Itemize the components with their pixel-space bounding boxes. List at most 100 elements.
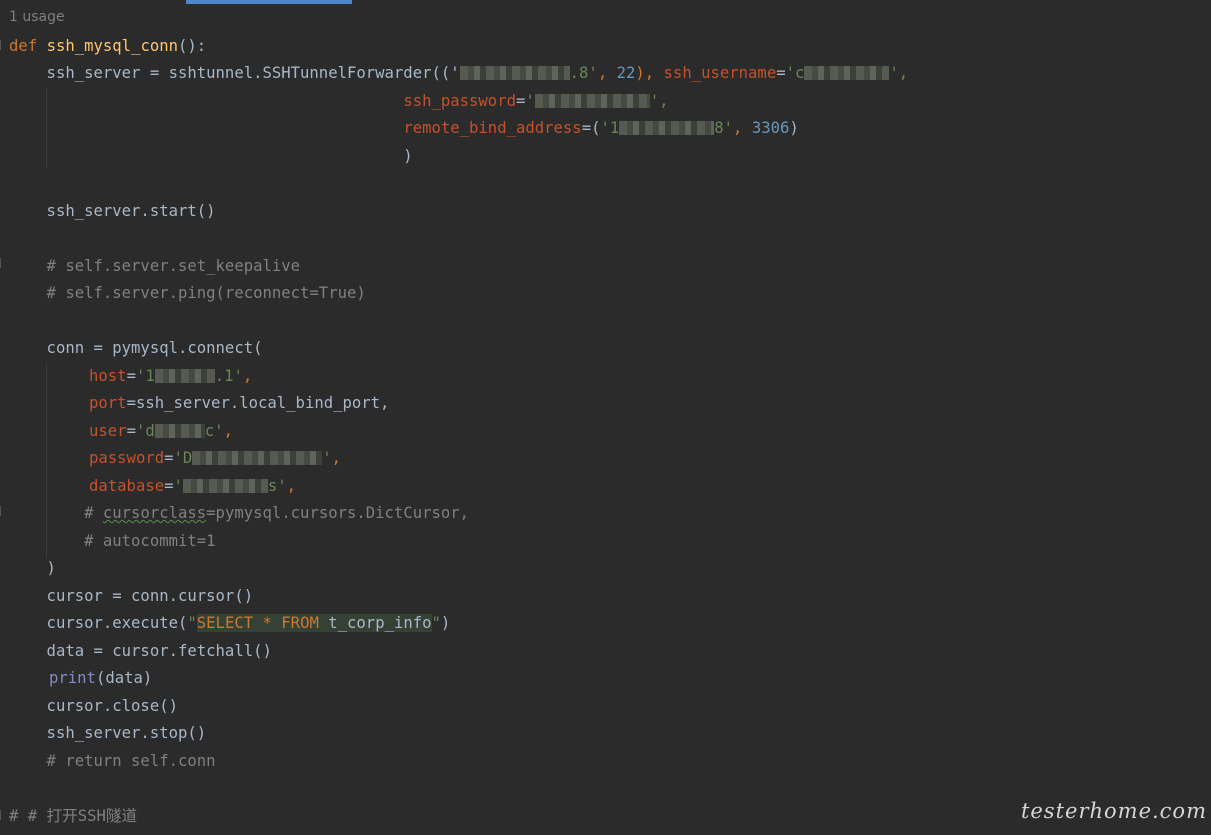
code-line[interactable]: port=ssh_server.local_bind_port, <box>89 393 389 413</box>
code-line[interactable]: ssh_server.stop() <box>9 723 207 743</box>
code-token: =( <box>581 119 601 137</box>
code-token: remote_bind_address <box>403 119 582 137</box>
redacted-text <box>154 424 205 438</box>
redacted-text <box>182 479 268 493</box>
code-line[interactable]: user='d c', <box>89 421 233 441</box>
code-line[interactable]: # cursorclass=pymysql.cursors.DictCursor… <box>9 503 469 523</box>
code-token: 'c <box>785 64 805 82</box>
fold-marker[interactable] <box>0 506 7 516</box>
code-token: # <box>9 504 103 522</box>
code-token: ssh_server = sshtunnel.SSHTunnelForwarde… <box>9 64 460 82</box>
code-token: .8' <box>569 64 598 82</box>
code-token: , <box>242 367 253 385</box>
code-line[interactable]: # return self.conn <box>9 751 216 771</box>
code-token: 22 <box>616 64 636 82</box>
code-line[interactable]: ) <box>9 146 412 166</box>
code-line[interactable]: host='1 .1', <box>89 366 252 386</box>
code-token: 3306 <box>751 119 790 137</box>
code-line[interactable]: conn = pymysql.connect( <box>9 338 263 358</box>
code-line[interactable]: cursor = conn.cursor() <box>9 586 254 606</box>
code-token: 8' <box>714 119 734 137</box>
code-line[interactable]: ssh_password=' ', <box>9 91 669 111</box>
code-token: cursorclass <box>102 504 207 522</box>
redacted-text <box>192 451 323 465</box>
code-token: 'D <box>173 449 193 467</box>
indent-guide <box>46 363 47 558</box>
redacted-text <box>459 66 570 80</box>
code-token: * <box>253 614 282 632</box>
code-token: s' <box>267 477 287 495</box>
code-line[interactable]: remote_bind_address=('1 8', 3306) <box>9 118 799 138</box>
code-line[interactable]: ) <box>9 558 56 578</box>
code-token: = <box>126 367 136 385</box>
sql-injection: SELECT * FROM t_corp_info <box>196 614 432 632</box>
code-token: t_corp_info <box>318 614 432 632</box>
code-token: password <box>89 449 165 467</box>
code-line[interactable]: ssh_server.start() <box>9 201 216 221</box>
code-token: ) <box>789 119 799 137</box>
code-token: = <box>126 422 136 440</box>
code-token: user <box>89 422 127 440</box>
code-line[interactable]: cursor.close() <box>9 696 178 716</box>
code-token: '1 <box>600 119 620 137</box>
code-token: ', <box>649 92 669 110</box>
code-token: = <box>776 64 786 82</box>
redacted-text <box>619 121 715 135</box>
fold-marker[interactable] <box>0 40 7 50</box>
code-token: =pymysql.cursors.DictCursor, <box>206 504 470 522</box>
redacted-text <box>154 369 215 383</box>
code-line[interactable]: # autocommit=1 <box>9 531 215 551</box>
fold-marker[interactable] <box>0 810 7 820</box>
code-token: c' <box>204 422 224 440</box>
code-line[interactable]: data = cursor.fetchall() <box>9 641 272 661</box>
redacted-text <box>804 66 890 80</box>
code-token: ' <box>525 92 535 110</box>
usage-hint[interactable]: 1 usage <box>9 9 65 25</box>
code-token: print <box>49 669 96 687</box>
code-line[interactable]: ssh_server = sshtunnel.SSHTunnelForwarde… <box>9 63 909 83</box>
code-token: FROM <box>281 614 319 632</box>
code-token: 'd <box>135 422 155 440</box>
code-token: ssh_password <box>403 92 516 110</box>
code-editor[interactable]: 1 usage def ssh_mysql_conn(): ssh_server… <box>0 0 1211 835</box>
code-line[interactable]: password='D ', <box>89 448 341 468</box>
code-token: = <box>515 92 526 110</box>
active-tab-indicator <box>186 0 352 4</box>
code-token: ' <box>322 449 332 467</box>
code-line[interactable]: database=' s', <box>89 476 296 496</box>
watermark: testerhome.com <box>1020 799 1207 823</box>
code-token: (): <box>178 37 207 55</box>
code-line[interactable]: def ssh_mysql_conn(): <box>9 36 206 56</box>
code-token: '1 <box>135 367 155 385</box>
code-token: ', <box>889 64 909 82</box>
code-token: cursor.execute( <box>9 614 188 632</box>
redacted-text <box>534 94 650 108</box>
code-token: database <box>89 477 165 495</box>
code-token: .1' <box>214 367 243 385</box>
code-line[interactable]: # self.server.ping(reconnect=True) <box>9 283 366 303</box>
code-token: " <box>431 614 441 632</box>
code-token: (data) <box>95 669 153 687</box>
code-token: ssh_username <box>663 64 777 82</box>
code-token: host <box>89 367 127 385</box>
code-token: SELECT <box>196 614 254 632</box>
code-token: , <box>331 449 342 467</box>
code-token: , <box>733 119 752 137</box>
code-line[interactable]: # # 打开SSH隧道 <box>9 806 137 826</box>
code-token: , <box>597 64 617 82</box>
code-token: ssh_mysql_conn <box>46 37 178 55</box>
code-line[interactable]: cursor.execute("SELECT * FROM t_corp_inf… <box>9 613 450 633</box>
code-token: ), <box>635 64 664 82</box>
code-token: , <box>286 477 297 495</box>
code-token: = <box>164 449 174 467</box>
code-token: = <box>164 477 174 495</box>
code-token: =ssh_server.local_bind_port, <box>126 394 390 412</box>
code-line[interactable]: # self.server.set_keepalive <box>9 256 301 276</box>
fold-marker[interactable] <box>0 258 7 268</box>
code-token: def <box>9 37 38 55</box>
code-token: " <box>187 614 197 632</box>
code-token: ' <box>173 477 183 495</box>
code-line[interactable]: print(data) <box>49 668 152 688</box>
